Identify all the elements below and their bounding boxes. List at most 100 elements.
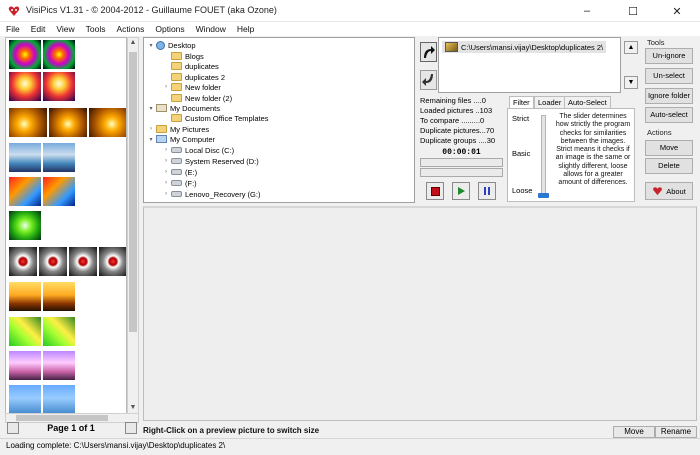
expand-icon[interactable]: › [162,191,170,197]
thumbnail[interactable] [8,39,42,70]
folder-open-icon [171,73,182,81]
folder-queue-list[interactable]: C:\Users\mansi.vijay\Desktop\duplicates … [438,37,621,93]
thumbnail[interactable] [8,350,42,381]
preview-move-button[interactable]: Move [613,426,655,438]
tree-node-drive-e[interactable]: › (E:) [162,167,197,177]
remaining-files: Remaining files ....0 [420,96,486,105]
menu-options[interactable]: Options [149,24,189,34]
unselect-button[interactable]: Un-select [645,68,693,84]
scrollbar-thumb[interactable] [16,415,108,421]
thumbnail[interactable] [98,246,126,277]
ignore-folder-button[interactable]: Ignore folder [645,88,693,104]
previous-page-icon[interactable] [7,422,19,434]
expand-icon[interactable]: › [162,84,170,90]
thumbnail[interactable] [42,316,76,347]
thumbnail[interactable] [8,384,42,414]
pause-button[interactable] [478,182,496,200]
collapse-icon[interactable]: ▾ [147,105,155,112]
queue-scroll-down-icon[interactable]: ▼ [624,76,638,89]
scroll-down-icon[interactable]: ▼ [128,403,138,413]
thumbnail[interactable] [42,142,76,173]
strictness-slider-handle[interactable] [538,193,549,198]
menu-window[interactable]: Window [190,24,231,34]
tools-group-label: Tools [647,38,665,47]
maximize-button[interactable]: ☐ [610,0,656,22]
play-button[interactable] [452,182,470,200]
tree-node-my-documents[interactable]: ▾ My Documents [147,103,220,113]
thumbnail[interactable] [42,39,76,70]
thumbnail-vertical-scrollbar[interactable]: ▲ ▼ [127,37,139,415]
tree-node-local-disc-c[interactable]: › Local Disc (C:) [162,145,234,155]
tree-label: Custom Office Templates [185,113,269,123]
menu-help[interactable]: Help [231,24,259,34]
stop-button[interactable] [426,182,444,200]
next-page-icon[interactable] [125,422,137,434]
tree-node-my-pictures[interactable]: › My Pictures [147,124,209,134]
remove-folder-button[interactable] [420,70,437,90]
auto-select-button[interactable]: Auto-select [645,107,693,123]
tree-node-custom-office-templates[interactable]: Custom Office Templates [162,113,269,123]
expand-icon[interactable]: › [162,158,170,164]
thumbnail[interactable] [8,142,42,173]
tree-node-my-computer[interactable]: ▾ My Computer [147,134,215,144]
strictness-slider-track[interactable] [541,115,546,197]
tree-node-new-folder[interactable]: › New folder [162,82,221,92]
tree-node-system-reserved-d[interactable]: › System Reserved (D:) [162,156,259,166]
thumbnail[interactable] [68,246,98,277]
thumbnail[interactable] [48,107,88,138]
collapse-icon[interactable]: ▾ [147,42,155,49]
thumbnail[interactable] [42,71,76,102]
thumbnail[interactable] [42,350,76,381]
thumbnail[interactable] [8,210,42,241]
documents-icon [156,104,167,112]
thumbnail[interactable] [8,71,42,102]
thumbnail-panel[interactable] [5,37,127,415]
add-folder-button[interactable] [420,42,437,62]
thumbnail[interactable] [8,246,38,277]
thumbnail[interactable] [8,107,48,138]
thumbnail[interactable] [42,176,76,207]
thumbnail[interactable] [8,316,42,347]
tree-node-duplicates[interactable]: duplicates [162,61,219,71]
expand-icon[interactable]: › [162,180,170,186]
preview-rename-button[interactable]: Rename [655,426,697,438]
computer-icon [156,135,167,143]
queue-item[interactable]: C:\Users\mansi.vijay\Desktop\duplicates … [442,41,607,53]
menu-actions[interactable]: Actions [110,24,149,34]
thumbnail[interactable] [42,281,76,312]
menu-view[interactable]: View [50,24,79,34]
thumbnail[interactable] [8,176,42,207]
collapse-icon[interactable]: ▾ [147,136,155,143]
expand-icon[interactable]: › [162,169,170,175]
thumbnail[interactable] [42,384,76,414]
expand-icon[interactable]: › [162,147,170,153]
expand-icon[interactable]: › [147,126,155,132]
duplicate-groups: Duplicate groups ....30 [420,136,496,145]
menu-edit[interactable]: Edit [25,24,51,34]
actions-group-label: Actions [647,128,672,137]
page-indicator: Page 1 of 1 [47,423,95,433]
tree-node-new-folder-2[interactable]: New folder (2) [162,93,232,103]
minimize-button[interactable]: – [564,0,610,22]
thumbnail[interactable] [88,107,126,138]
tree-label: Desktop [168,40,196,50]
move-button[interactable]: Move [645,140,693,156]
about-button[interactable]: About [645,182,693,200]
tree-node-lenovo-recovery-g[interactable]: › Lenovo_Recovery (G:) [162,189,260,199]
tree-node-blogs[interactable]: Blogs [162,51,204,61]
tree-node-desktop[interactable]: ▾ Desktop [147,40,196,50]
tree-node-drive-f[interactable]: › (F:) [162,178,197,188]
scroll-up-icon[interactable]: ▲ [128,38,138,48]
delete-button[interactable]: Delete [645,158,693,174]
menu-tools[interactable]: Tools [80,24,111,34]
preview-area[interactable] [143,206,697,421]
thumbnail[interactable] [38,246,68,277]
tree-node-duplicates-2[interactable]: duplicates 2 [162,72,225,82]
scrollbar-thumb[interactable] [129,52,137,332]
unignore-button[interactable]: Un-ignore [645,48,693,64]
thumbnail[interactable] [8,281,42,312]
menu-file[interactable]: File [0,24,25,34]
folder-tree[interactable]: ▾ Desktop Blogs duplicates duplicates 2 ›… [143,37,415,203]
queue-scroll-up-icon[interactable]: ▲ [624,41,638,54]
close-button[interactable]: ✕ [654,0,700,22]
